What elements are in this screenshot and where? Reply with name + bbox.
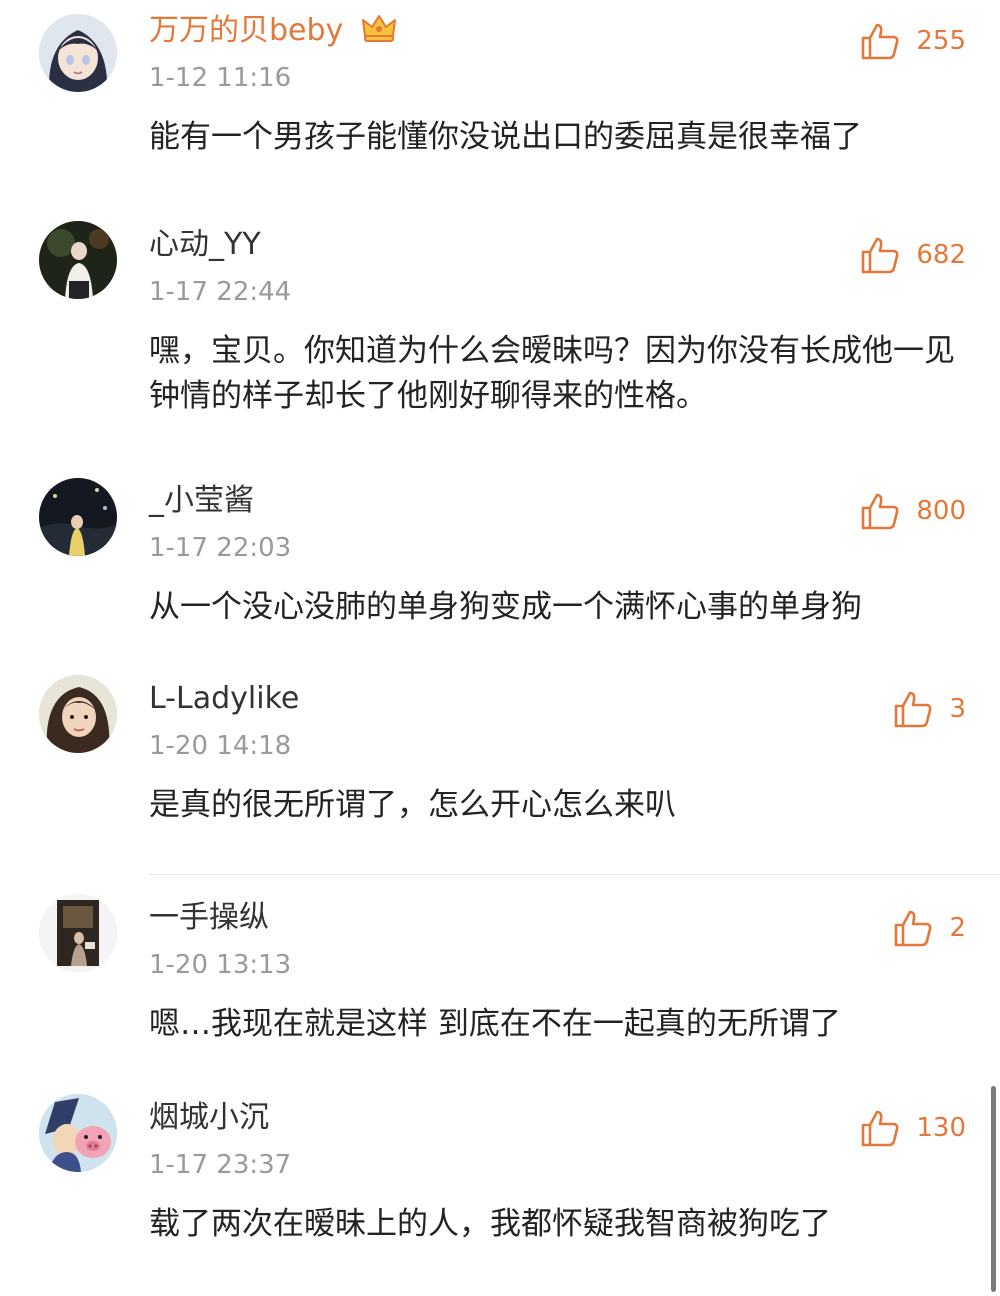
divider [149,874,1000,875]
thumbs-up-icon[interactable] [860,21,900,61]
comment-item: L-Ladylike 1-20 14:18 3 是真的很无所谓了，怎么开心怎么来… [0,675,1000,859]
like-count: 2 [949,913,966,943]
comment-item: 一手操纵 1-20 13:13 2 嗯…我现在就是这样 到底在不在一起真的无所谓… [0,894,1000,1068]
like-button[interactable]: 800 [860,489,966,533]
avatar[interactable] [39,14,117,92]
avatar[interactable] [39,675,117,753]
avatar-anime-girl-image [39,14,117,92]
thumbs-up-icon[interactable] [860,1108,900,1148]
like-count: 800 [916,496,966,526]
comment-item: 烟城小沉 1-17 23:37 130 载了两次在暧昧上的人，我都怀疑我智商被狗… [0,1094,1000,1278]
username-text[interactable]: L-Ladylike [149,681,299,716]
like-count: 255 [916,26,966,56]
username[interactable]: 一手操纵 [149,898,269,938]
username[interactable]: L-Ladylike [149,679,299,719]
like-button[interactable]: 3 [893,687,966,731]
comment-text: 从一个没心没肺的单身狗变成一个满怀心事的单身狗 [149,589,862,625]
comment-item: _小莹酱 1-17 22:03 800 从一个没心没肺的单身狗变成一个满怀心事的… [0,478,1000,651]
comment-text: 嘿，宝贝。你知道为什么会暧昧吗？因为你没有长成他一见钟情的样子却长了他刚好聊得来… [149,333,955,414]
like-count: 682 [916,240,966,270]
like-button[interactable]: 2 [893,906,966,950]
comment-text: 嗯…我现在就是这样 到底在不在一起真的无所谓了 [149,1006,841,1042]
comment-time: 1-20 14:18 [149,731,292,761]
username-text[interactable]: 万万的贝beby [149,13,343,48]
avatar[interactable] [39,221,117,299]
comment-time: 1-20 13:13 [149,950,292,980]
comment-time: 1-12 11:16 [149,63,292,93]
comment-text: 是真的很无所谓了，怎么开心怎么来叭 [149,787,676,823]
username[interactable]: 万万的贝beby [149,11,397,51]
username[interactable]: 心动_YY [149,225,261,265]
like-count: 3 [949,694,966,724]
avatar-cartoon-image [39,1094,117,1172]
avatar-photo-image [39,221,117,299]
username-text[interactable]: 一手操纵 [149,900,269,935]
username-text[interactable]: _小莹酱 [149,483,254,518]
like-button[interactable]: 255 [860,19,966,63]
scrollbar[interactable] [991,1086,996,1292]
avatar[interactable] [39,478,117,556]
avatar[interactable] [39,1094,117,1172]
username-text[interactable]: 心动_YY [149,227,261,262]
thumbs-up-icon[interactable] [893,908,933,948]
thumbs-up-icon[interactable] [860,235,900,275]
comment-time: 1-17 22:03 [149,533,292,563]
comment-list: 万万的贝beby 1-12 11:16 255 能有一个男孩子能懂你没说出口的委… [0,0,1000,1296]
comment-text: 能有一个男孩子能懂你没说出口的委屈真是很幸福了 [149,119,862,155]
username-text[interactable]: 烟城小沉 [149,1100,269,1135]
avatar-photo-image [39,894,117,972]
thumbs-up-icon[interactable] [893,689,933,729]
comment-item: 心动_YY 1-17 22:44 682 嘿，宝贝。你知道为什么会暧昧吗？因为你… [0,221,1000,455]
comment-item: 万万的贝beby 1-12 11:16 255 能有一个男孩子能懂你没说出口的委… [0,11,1000,191]
like-button[interactable]: 682 [860,233,966,277]
avatar[interactable] [39,894,117,972]
like-button[interactable]: 130 [860,1106,966,1150]
comment-time: 1-17 23:37 [149,1150,292,1180]
username[interactable]: _小莹酱 [149,481,254,521]
like-count: 130 [916,1113,966,1143]
username[interactable]: 烟城小沉 [149,1098,269,1138]
crown-icon [361,15,396,42]
comment-time: 1-17 22:44 [149,277,292,307]
avatar-photo-image [39,478,117,556]
thumbs-up-icon[interactable] [860,491,900,531]
comment-text: 载了两次在暧昧上的人，我都怀疑我智商被狗吃了 [149,1206,831,1242]
avatar-photo-image [39,675,117,753]
